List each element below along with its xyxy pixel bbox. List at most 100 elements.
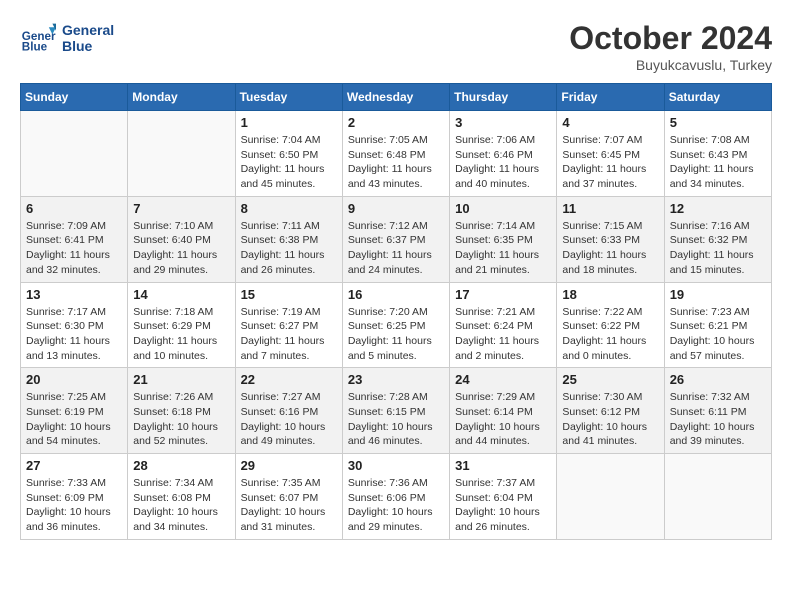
calendar-week-row: 27 Sunrise: 7:33 AM Sunset: 6:09 PM Dayli… [21, 454, 772, 540]
calendar-day-cell: 11Sunrise: 7:15 AM Sunset: 6:33 PM Dayli… [557, 196, 664, 282]
calendar-week-row: 20Sunrise: 7:25 AM Sunset: 6:19 PM Dayli… [21, 368, 772, 454]
calendar-day-cell: 7 Sunrise: 7:10 AM Sunset: 6:40 PM Daylig… [128, 196, 235, 282]
day-number: 13 [26, 287, 122, 302]
day-number: 8 [241, 201, 337, 216]
day-info: Sunrise: 7:11 AM Sunset: 6:38 PM Dayligh… [241, 219, 337, 278]
calendar-day-cell: 25 Sunrise: 7:30 AM Sunset: 6:12 PM Dayli… [557, 368, 664, 454]
calendar-day-cell: 18Sunrise: 7:22 AM Sunset: 6:22 PM Dayli… [557, 282, 664, 368]
calendar-day-cell: 1 Sunrise: 7:04 AM Sunset: 6:50 PM Daylig… [235, 111, 342, 197]
day-number: 2 [348, 115, 444, 130]
day-number: 15 [241, 287, 337, 302]
calendar-day-cell: 13 Sunrise: 7:17 AM Sunset: 6:30 PM Dayli… [21, 282, 128, 368]
day-info: Sunrise: 7:19 AM Sunset: 6:27 PM Dayligh… [241, 305, 337, 364]
day-number: 23 [348, 372, 444, 387]
day-info: Sunrise: 7:25 AM Sunset: 6:19 PM Dayligh… [26, 390, 122, 449]
day-number: 22 [241, 372, 337, 387]
day-info: Sunrise: 7:34 AM Sunset: 6:08 PM Dayligh… [133, 476, 229, 535]
day-info: Sunrise: 7:08 AM Sunset: 6:43 PM Dayligh… [670, 133, 766, 192]
day-number: 25 [562, 372, 658, 387]
weekday-header-wednesday: Wednesday [342, 84, 449, 111]
calendar-day-cell: 24 Sunrise: 7:29 AM Sunset: 6:14 PM Dayli… [450, 368, 557, 454]
day-number: 27 [26, 458, 122, 473]
calendar-table: SundayMondayTuesdayWednesdayThursdayFrid… [20, 83, 772, 540]
day-info: Sunrise: 7:17 AM Sunset: 6:30 PM Dayligh… [26, 305, 122, 364]
calendar-day-cell: 12Sunrise: 7:16 AM Sunset: 6:32 PM Dayli… [664, 196, 771, 282]
calendar-day-cell: 19 Sunrise: 7:23 AM Sunset: 6:21 PM Dayli… [664, 282, 771, 368]
day-info: Sunrise: 7:12 AM Sunset: 6:37 PM Dayligh… [348, 219, 444, 278]
day-info: Sunrise: 7:23 AM Sunset: 6:21 PM Dayligh… [670, 305, 766, 364]
calendar-day-cell: 30Sunrise: 7:36 AM Sunset: 6:06 PM Dayli… [342, 454, 449, 540]
calendar-day-cell: 28Sunrise: 7:34 AM Sunset: 6:08 PM Dayli… [128, 454, 235, 540]
day-info: Sunrise: 7:26 AM Sunset: 6:18 PM Dayligh… [133, 390, 229, 449]
day-number: 5 [670, 115, 766, 130]
day-number: 10 [455, 201, 551, 216]
calendar-week-row: 6 Sunrise: 7:09 AM Sunset: 6:41 PM Daylig… [21, 196, 772, 282]
day-number: 29 [241, 458, 337, 473]
location-subtitle: Buyukcavuslu, Turkey [569, 57, 772, 73]
day-number: 4 [562, 115, 658, 130]
calendar-day-cell [664, 454, 771, 540]
day-number: 12 [670, 201, 766, 216]
page-header: General Blue General Blue October 2024 B… [20, 20, 772, 73]
calendar-day-cell: 9 Sunrise: 7:12 AM Sunset: 6:37 PM Daylig… [342, 196, 449, 282]
calendar-day-cell: 27 Sunrise: 7:33 AM Sunset: 6:09 PM Dayli… [21, 454, 128, 540]
logo: General Blue General Blue [20, 20, 114, 56]
day-number: 24 [455, 372, 551, 387]
svg-text:Blue: Blue [22, 41, 48, 54]
day-number: 3 [455, 115, 551, 130]
weekday-header-tuesday: Tuesday [235, 84, 342, 111]
weekday-header-saturday: Saturday [664, 84, 771, 111]
day-info: Sunrise: 7:05 AM Sunset: 6:48 PM Dayligh… [348, 133, 444, 192]
day-info: Sunrise: 7:04 AM Sunset: 6:50 PM Dayligh… [241, 133, 337, 192]
calendar-day-cell: 22 Sunrise: 7:27 AM Sunset: 6:16 PM Dayli… [235, 368, 342, 454]
day-number: 9 [348, 201, 444, 216]
day-number: 21 [133, 372, 229, 387]
day-info: Sunrise: 7:33 AM Sunset: 6:09 PM Dayligh… [26, 476, 122, 535]
calendar-day-cell: 2 Sunrise: 7:05 AM Sunset: 6:48 PM Daylig… [342, 111, 449, 197]
day-info: Sunrise: 7:18 AM Sunset: 6:29 PM Dayligh… [133, 305, 229, 364]
day-info: Sunrise: 7:10 AM Sunset: 6:40 PM Dayligh… [133, 219, 229, 278]
weekday-header-thursday: Thursday [450, 84, 557, 111]
day-number: 6 [26, 201, 122, 216]
day-info: Sunrise: 7:06 AM Sunset: 6:46 PM Dayligh… [455, 133, 551, 192]
day-number: 7 [133, 201, 229, 216]
logo-text-general: General [62, 22, 114, 38]
day-info: Sunrise: 7:32 AM Sunset: 6:11 PM Dayligh… [670, 390, 766, 449]
logo-icon: General Blue [20, 20, 56, 56]
day-info: Sunrise: 7:14 AM Sunset: 6:35 PM Dayligh… [455, 219, 551, 278]
calendar-day-cell: 6 Sunrise: 7:09 AM Sunset: 6:41 PM Daylig… [21, 196, 128, 282]
calendar-day-cell: 21 Sunrise: 7:26 AM Sunset: 6:18 PM Dayli… [128, 368, 235, 454]
month-title: October 2024 [569, 20, 772, 57]
day-info: Sunrise: 7:35 AM Sunset: 6:07 PM Dayligh… [241, 476, 337, 535]
day-info: Sunrise: 7:07 AM Sunset: 6:45 PM Dayligh… [562, 133, 658, 192]
day-info: Sunrise: 7:22 AM Sunset: 6:22 PM Dayligh… [562, 305, 658, 364]
calendar-day-cell: 23 Sunrise: 7:28 AM Sunset: 6:15 PM Dayli… [342, 368, 449, 454]
day-number: 11 [562, 201, 658, 216]
title-block: October 2024 Buyukcavuslu, Turkey [569, 20, 772, 73]
day-info: Sunrise: 7:09 AM Sunset: 6:41 PM Dayligh… [26, 219, 122, 278]
weekday-header-sunday: Sunday [21, 84, 128, 111]
calendar-day-cell: 5 Sunrise: 7:08 AM Sunset: 6:43 PM Daylig… [664, 111, 771, 197]
day-number: 1 [241, 115, 337, 130]
calendar-day-cell: 17Sunrise: 7:21 AM Sunset: 6:24 PM Dayli… [450, 282, 557, 368]
day-info: Sunrise: 7:27 AM Sunset: 6:16 PM Dayligh… [241, 390, 337, 449]
weekday-header-row: SundayMondayTuesdayWednesdayThursdayFrid… [21, 84, 772, 111]
calendar-day-cell: 4 Sunrise: 7:07 AM Sunset: 6:45 PM Daylig… [557, 111, 664, 197]
day-info: Sunrise: 7:30 AM Sunset: 6:12 PM Dayligh… [562, 390, 658, 449]
calendar-day-cell: 3 Sunrise: 7:06 AM Sunset: 6:46 PM Daylig… [450, 111, 557, 197]
logo-text-blue: Blue [62, 38, 92, 54]
day-info: Sunrise: 7:29 AM Sunset: 6:14 PM Dayligh… [455, 390, 551, 449]
calendar-day-cell: 31Sunrise: 7:37 AM Sunset: 6:04 PM Dayli… [450, 454, 557, 540]
day-number: 17 [455, 287, 551, 302]
calendar-week-row: 13 Sunrise: 7:17 AM Sunset: 6:30 PM Dayli… [21, 282, 772, 368]
calendar-day-cell: 16Sunrise: 7:20 AM Sunset: 6:25 PM Dayli… [342, 282, 449, 368]
day-number: 26 [670, 372, 766, 387]
day-number: 14 [133, 287, 229, 302]
day-info: Sunrise: 7:37 AM Sunset: 6:04 PM Dayligh… [455, 476, 551, 535]
calendar-day-cell [21, 111, 128, 197]
calendar-day-cell [128, 111, 235, 197]
day-number: 30 [348, 458, 444, 473]
day-number: 19 [670, 287, 766, 302]
calendar-day-cell: 20Sunrise: 7:25 AM Sunset: 6:19 PM Dayli… [21, 368, 128, 454]
day-info: Sunrise: 7:28 AM Sunset: 6:15 PM Dayligh… [348, 390, 444, 449]
